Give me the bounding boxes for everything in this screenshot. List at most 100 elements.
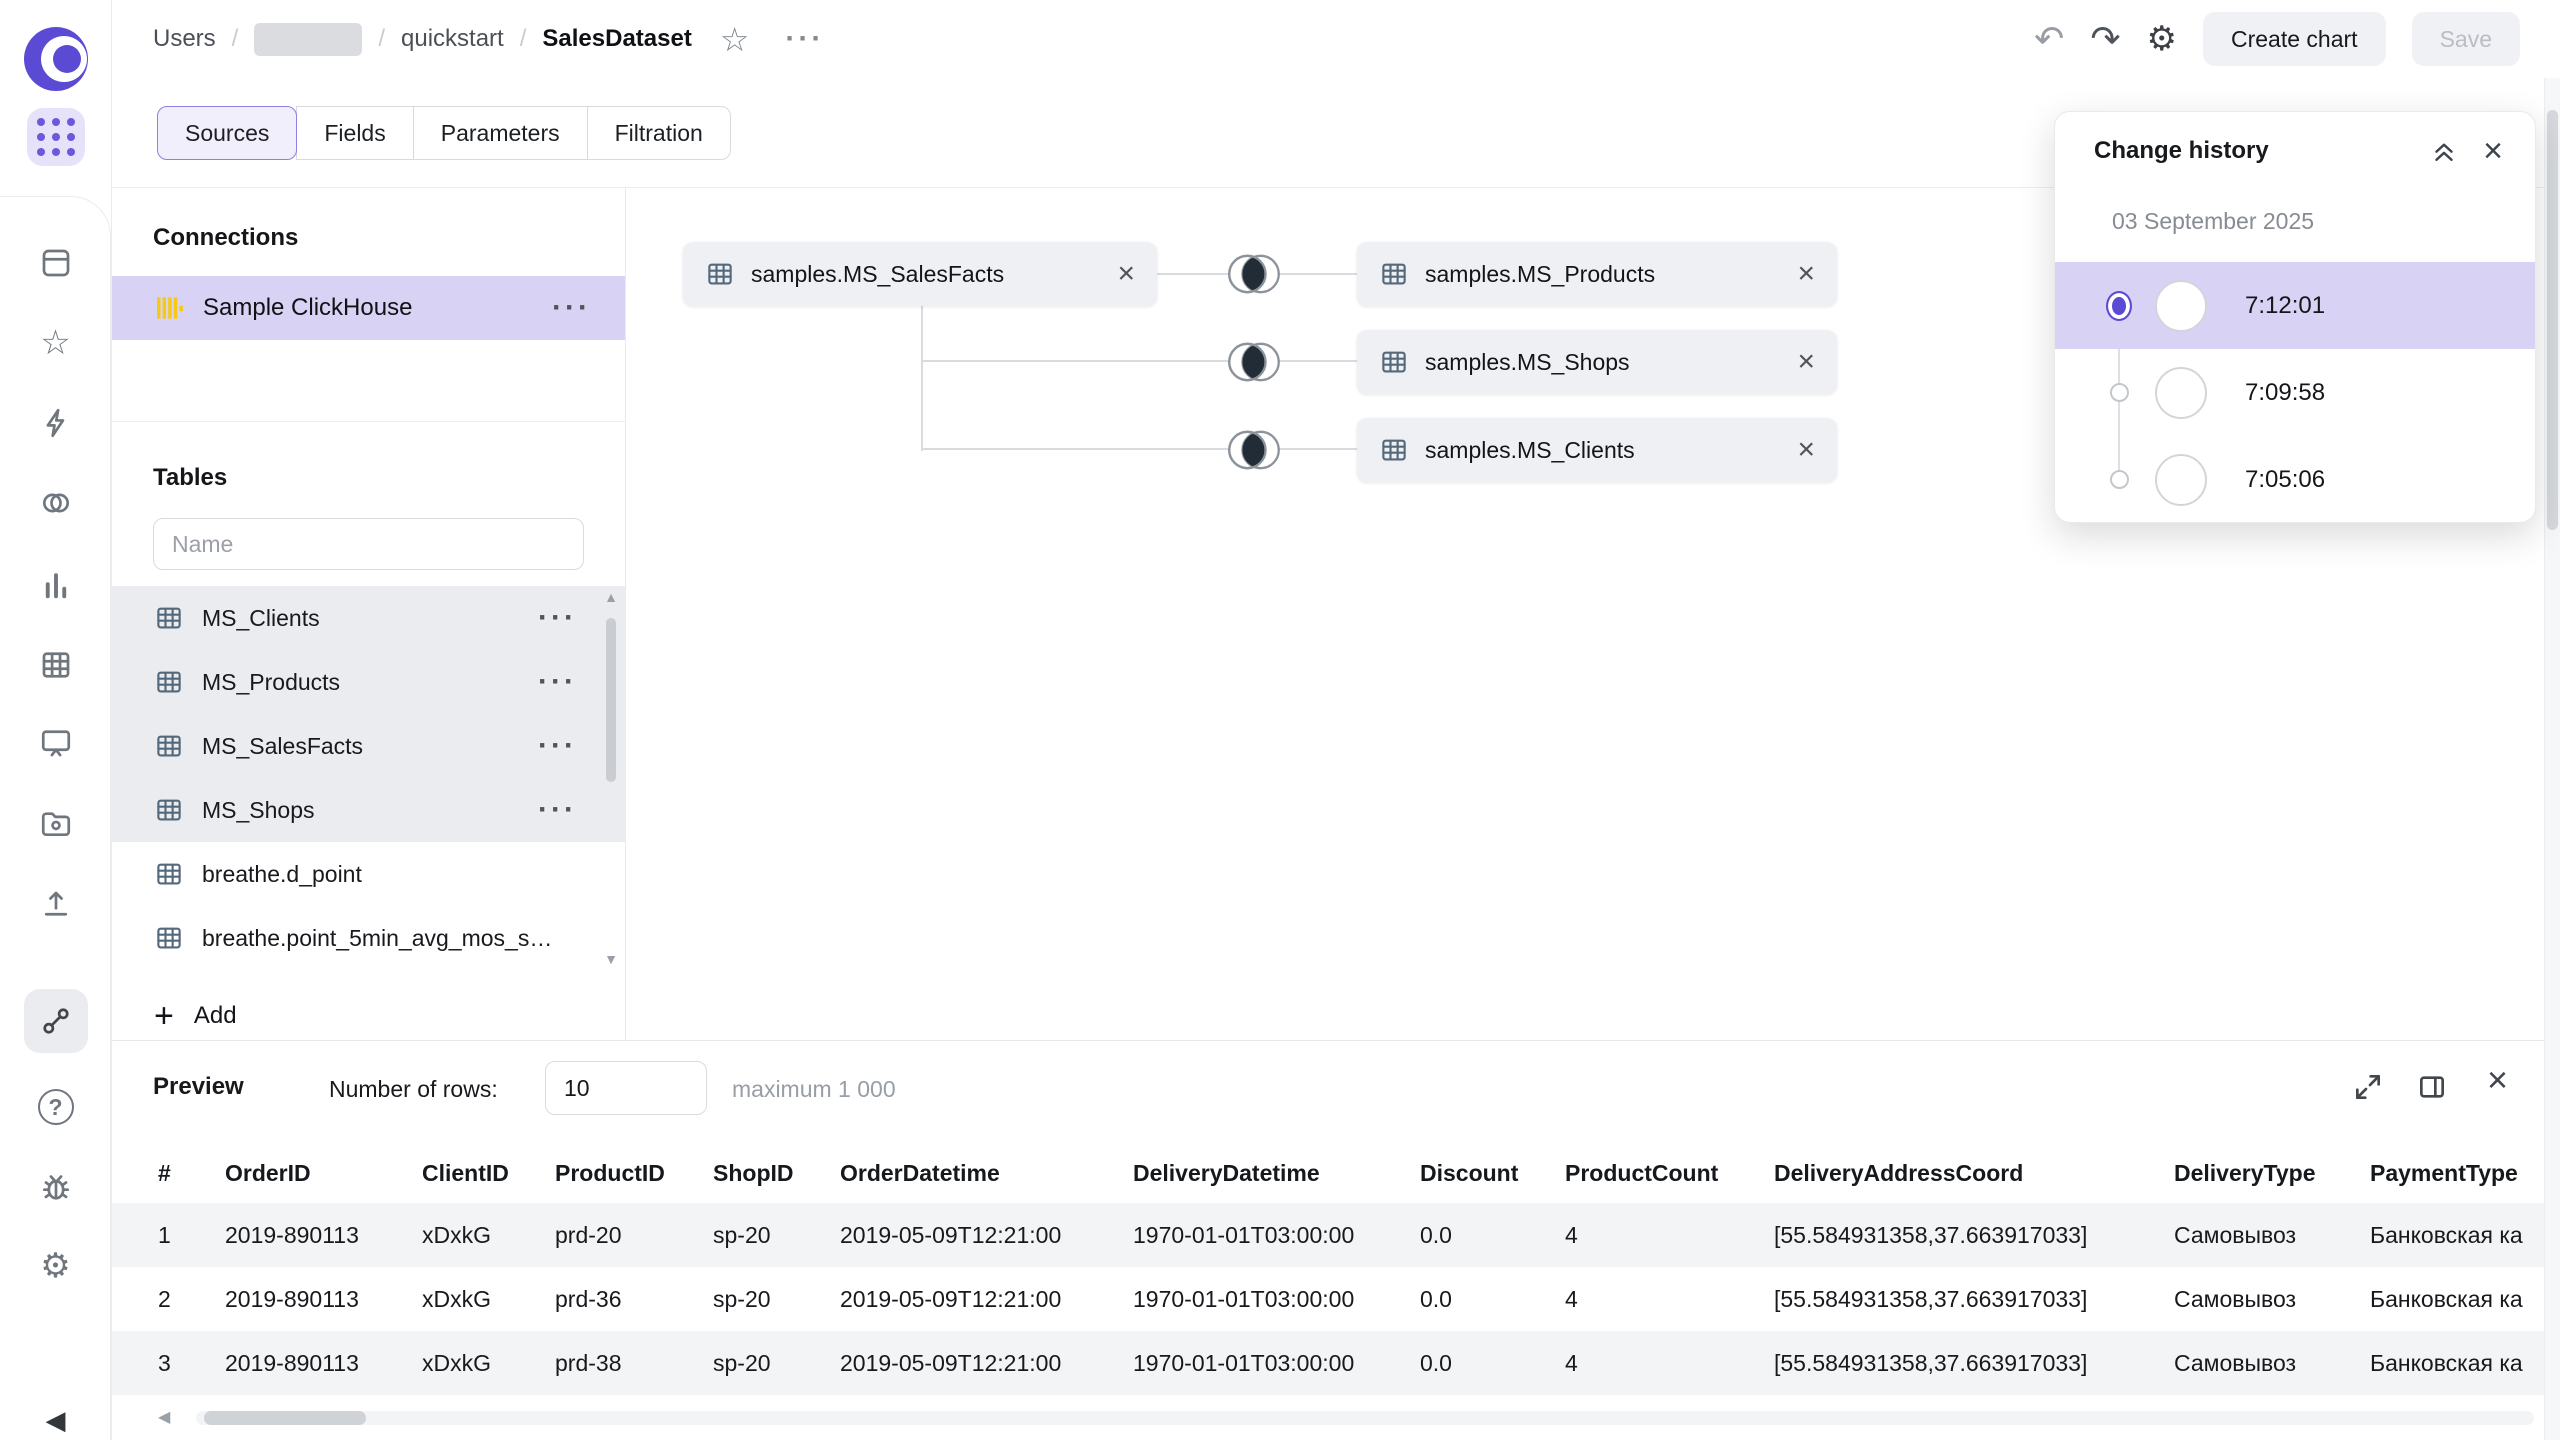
more-icon[interactable]: ··· [552, 291, 591, 325]
more-icon[interactable]: ··· [538, 729, 577, 763]
table-node[interactable]: samples.MS_Products × [1357, 242, 1837, 306]
settings-gear-icon[interactable]: ⚙ [2147, 22, 2177, 56]
close-icon[interactable]: × [1797, 433, 1815, 467]
table-list-item[interactable]: breathe.point_5min_avg_mos_s… [112, 906, 625, 970]
more-icon[interactable]: ··· [538, 793, 577, 827]
cell: 4 [1565, 1331, 1774, 1395]
collapse-rail-icon[interactable]: ◀ [34, 1398, 78, 1440]
bar-chart-icon[interactable] [34, 563, 78, 607]
breadcrumb: Users / / quickstart / SalesDataset [153, 23, 692, 56]
scroll-down-icon[interactable]: ▼ [604, 952, 618, 966]
connection-item[interactable]: Sample ClickHouse ··· [112, 276, 625, 340]
radio-icon[interactable] [2106, 467, 2132, 493]
inner-join-icon[interactable] [1216, 249, 1292, 299]
scrollbar-thumb[interactable] [204, 1411, 366, 1425]
breadcrumb-item-users[interactable]: Users [153, 25, 216, 53]
table-icon [154, 923, 184, 953]
table-search-input[interactable] [153, 518, 584, 570]
inner-join-icon[interactable] [1216, 337, 1292, 387]
add-table-button[interactable]: + Add [154, 988, 237, 1044]
close-icon[interactable]: × [2487, 1064, 2508, 1096]
header-actions: ↶ ↷ ⚙ Create chart Save [2034, 12, 2520, 66]
cell: 1 [158, 1203, 225, 1267]
tab-fields[interactable]: Fields [296, 106, 413, 160]
history-entry[interactable]: 7:05:06 [2055, 436, 2535, 523]
more-icon[interactable]: ··· [538, 601, 577, 635]
radio-icon[interactable] [2106, 293, 2132, 319]
save-button[interactable]: Save [2412, 12, 2520, 66]
plus-icon: + [154, 999, 174, 1033]
close-icon[interactable]: × [2483, 137, 2503, 165]
cell: 0.0 [1420, 1203, 1565, 1267]
column-header: OrderID [225, 1144, 422, 1203]
horizontal-scrollbar[interactable]: ◀ [112, 1407, 2560, 1429]
collapse-arrow-glyph: ◀ [46, 1407, 66, 1433]
close-icon[interactable]: × [1797, 257, 1815, 291]
cell: 4 [1565, 1203, 1774, 1267]
breadcrumb-item-quickstart[interactable]: quickstart [401, 25, 504, 53]
breadcrumb-item-redacted[interactable] [254, 23, 362, 56]
undo-icon[interactable]: ↶ [2034, 21, 2064, 57]
table-list-item[interactable]: MS_SalesFacts··· [112, 714, 625, 778]
more-options-icon[interactable]: ··· [785, 24, 824, 54]
scroll-left-icon[interactable]: ◀ [158, 1410, 170, 1426]
table-list-item[interactable]: breathe.d_point [112, 842, 625, 906]
table-node-label: samples.MS_Products [1425, 261, 1785, 288]
rings-icon[interactable] [34, 481, 78, 525]
upload-icon[interactable] [34, 881, 78, 925]
create-chart-button[interactable]: Create chart [2203, 12, 2386, 66]
inner-join-icon[interactable] [1216, 425, 1292, 475]
table-list-item[interactable]: MS_Products··· [112, 650, 625, 714]
favorite-star-icon[interactable]: ☆ [720, 23, 750, 56]
scroll-up-icon[interactable]: ▲ [604, 590, 618, 604]
collapse-all-icon[interactable] [2429, 136, 2459, 166]
close-icon[interactable]: × [1797, 345, 1815, 379]
table-icon [1379, 347, 1409, 377]
tab-sources[interactable]: Sources [157, 106, 297, 160]
table-node-label: samples.MS_SalesFacts [751, 261, 1105, 288]
rows-input[interactable] [545, 1061, 707, 1115]
connections-icon[interactable] [24, 989, 88, 1053]
history-entry[interactable]: 7:09:58 [2055, 349, 2535, 436]
table-list-item[interactable]: MS_Clients··· [112, 586, 625, 650]
expand-icon[interactable] [2352, 1071, 2384, 1103]
monitor-icon[interactable] [34, 721, 78, 765]
table-node[interactable]: samples.MS_Clients× [1357, 418, 1837, 482]
column-header: DeliveryDatetime [1133, 1144, 1420, 1203]
redo-icon[interactable]: ↷ [2090, 21, 2120, 57]
bug-icon[interactable] [34, 1165, 78, 1209]
help-icon[interactable]: ? [34, 1085, 78, 1129]
gear-icon[interactable]: ⚙ [34, 1244, 78, 1288]
lightning-icon[interactable] [34, 401, 78, 445]
tab-filtration[interactable]: Filtration [587, 106, 731, 160]
history-avatar [2155, 454, 2207, 506]
star-icon[interactable]: ☆ [34, 321, 78, 365]
scrollbar-track[interactable] [196, 1411, 2534, 1425]
root-table-node[interactable]: samples.MS_SalesFacts × [683, 242, 1157, 306]
rows-label: Number of rows: [329, 1076, 498, 1103]
table-list-item[interactable]: MS_Shops··· [112, 778, 625, 842]
apps-grid-icon[interactable] [27, 108, 85, 166]
datalens-logo[interactable] [24, 27, 88, 91]
more-icon[interactable]: ··· [538, 665, 577, 699]
radio-icon[interactable] [2106, 380, 2132, 406]
history-entry[interactable]: 7:12:01 [2055, 262, 2535, 349]
folder-icon[interactable] [34, 801, 78, 845]
scrollbar-thumb[interactable] [2547, 110, 2558, 530]
tables-scrollbar[interactable]: ▲ ▼ [603, 590, 619, 966]
open-in-window-icon[interactable] [2416, 1071, 2448, 1103]
table-node[interactable]: samples.MS_Shops× [1357, 330, 1837, 394]
breadcrumb-separator: / [232, 25, 239, 53]
collections-icon[interactable] [34, 241, 78, 285]
cell: Банковская ка [2370, 1331, 2560, 1395]
gear-glyph: ⚙ [40, 1249, 70, 1283]
preview-title: Preview [153, 1073, 244, 1101]
cell: xDxkG [422, 1203, 555, 1267]
tab-parameters[interactable]: Parameters [413, 106, 588, 160]
scrollbar-thumb[interactable] [606, 618, 616, 782]
star-glyph: ☆ [40, 326, 70, 360]
close-icon[interactable]: × [1117, 257, 1135, 291]
cell: xDxkG [422, 1331, 555, 1395]
grid-table-icon[interactable] [34, 643, 78, 687]
vertical-scrollbar[interactable] [2544, 78, 2560, 1440]
